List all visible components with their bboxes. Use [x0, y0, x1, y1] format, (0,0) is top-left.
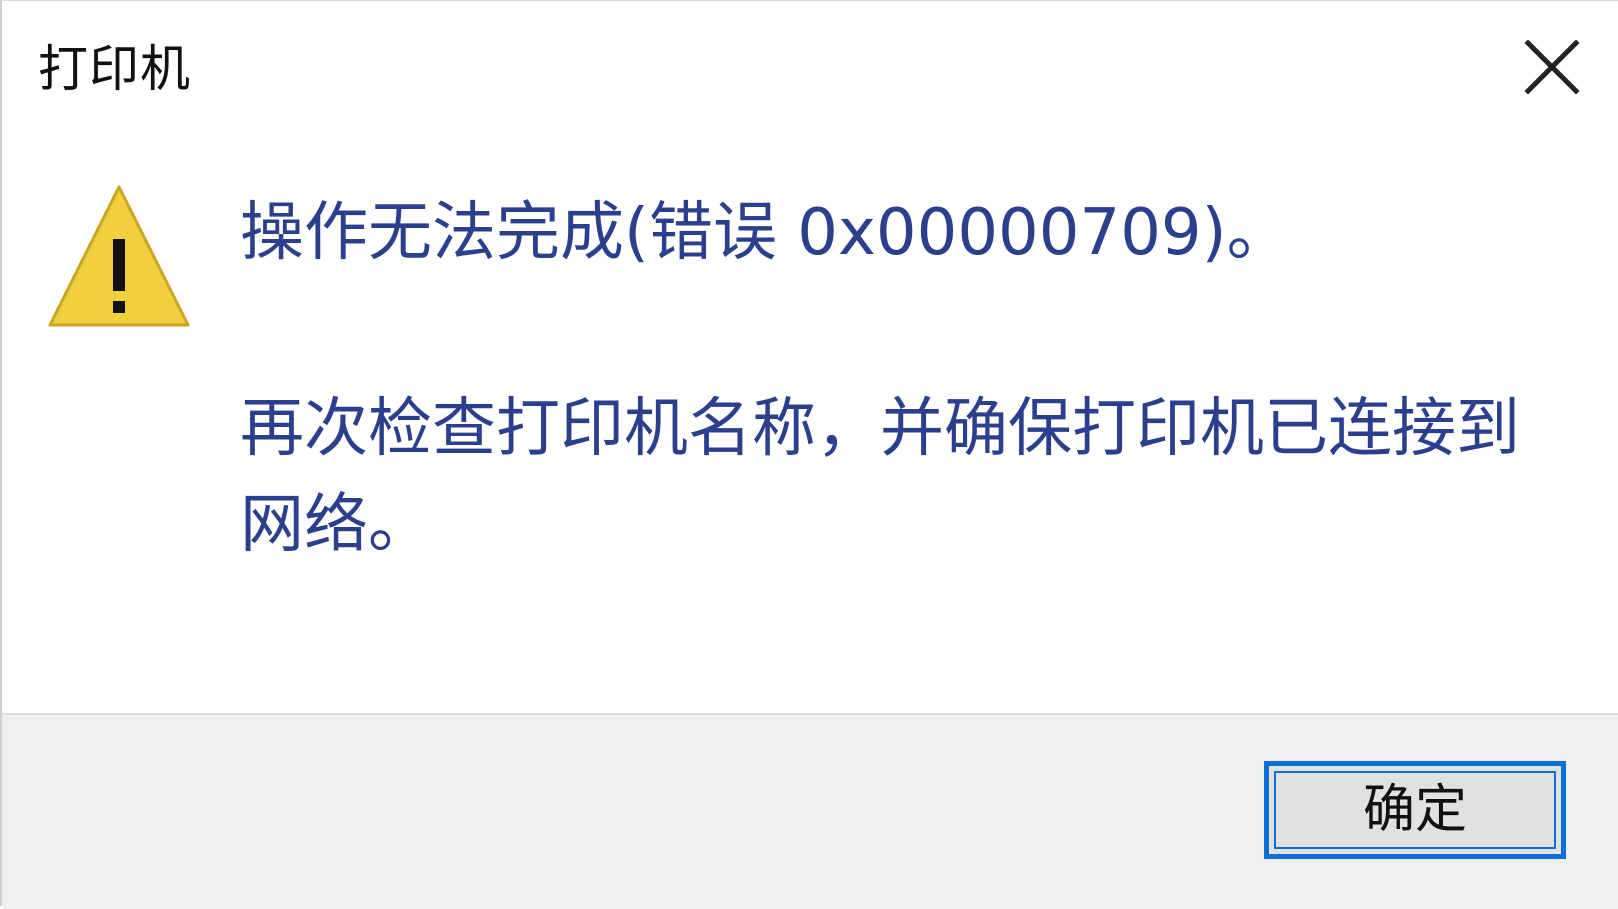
dialog-footer: 确定: [2, 713, 1618, 909]
error-message: 操作无法完成(错误 0x00000709)。: [240, 196, 1291, 270]
printer-error-dialog: 打印机 操作无法完成(错误 0x00000709)。 再次检查打印机名称，并确保…: [0, 0, 1618, 909]
error-hint: 再次检查打印机名称，并确保打印机已连接到网络。: [240, 392, 1520, 562]
ok-button[interactable]: 确定: [1264, 761, 1566, 859]
dialog-title: 打印机: [38, 40, 191, 98]
close-icon: [1524, 39, 1580, 95]
close-button[interactable]: [1514, 29, 1590, 105]
dialog-content: 操作无法完成(错误 0x00000709)。 再次检查打印机名称，并确保打印机已…: [2, 141, 1618, 713]
warning-icon: [48, 185, 190, 327]
title-bar: 打印机: [2, 1, 1618, 141]
